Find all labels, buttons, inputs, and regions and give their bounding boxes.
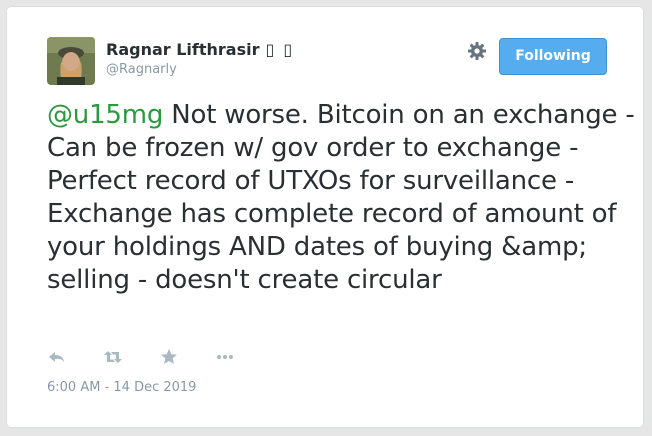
retweet-icon[interactable] xyxy=(103,347,123,367)
reply-icon[interactable] xyxy=(47,347,67,367)
following-button[interactable]: Following xyxy=(499,38,607,75)
avatar[interactable] xyxy=(47,37,95,85)
user-avatar-photo-icon xyxy=(47,37,95,85)
tweet-text: @u15mg Not worse. Bitcoin on an exchange… xyxy=(47,99,637,297)
gear-icon[interactable] xyxy=(467,41,487,61)
name-emoji-glyphs: ▯ ▯ xyxy=(265,40,295,59)
display-name-text: Ragnar Lifthrasir xyxy=(106,40,260,59)
tweet-timestamp[interactable]: 6:00 AM - 14 Dec 2019 xyxy=(47,380,196,395)
mention-link[interactable]: @u15mg xyxy=(47,100,163,130)
favorite-star-icon[interactable] xyxy=(159,347,179,367)
tweet-card: Ragnar Lifthrasir ▯ ▯ @Ragnarly Following… xyxy=(6,6,644,428)
display-name[interactable]: Ragnar Lifthrasir ▯ ▯ xyxy=(106,40,294,59)
more-dots-icon[interactable] xyxy=(215,347,235,367)
user-handle[interactable]: @Ragnarly xyxy=(106,62,177,77)
